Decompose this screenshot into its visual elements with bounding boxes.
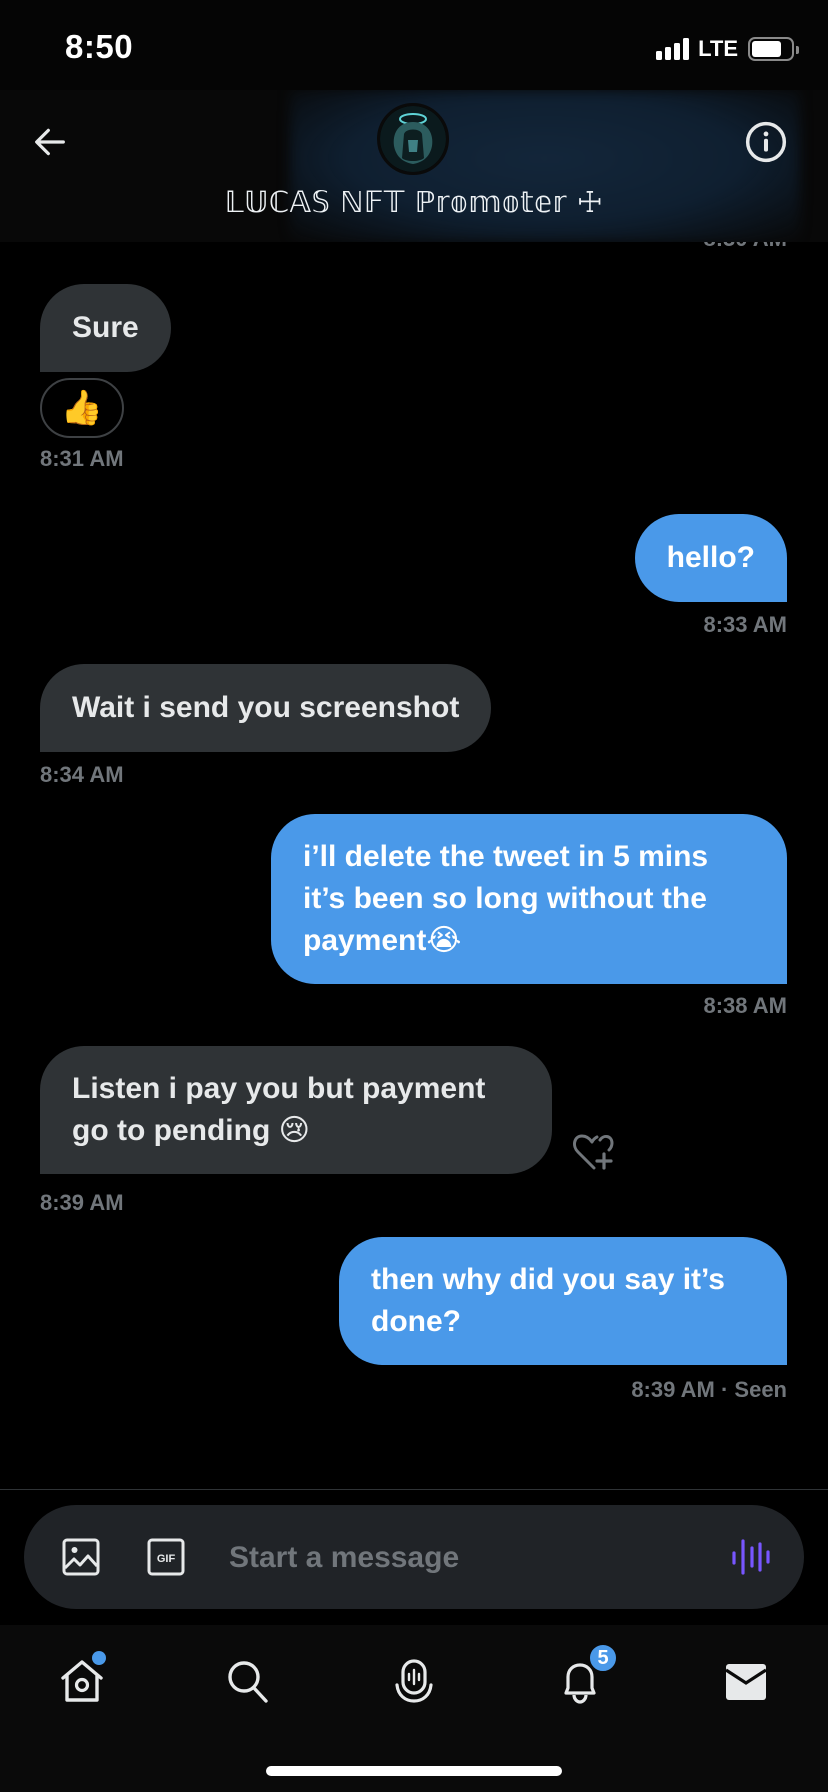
- home-indicator[interactable]: [266, 1766, 562, 1776]
- network-label: LTE: [698, 36, 738, 61]
- avatar[interactable]: [377, 103, 449, 175]
- message-list[interactable]: 8:30 AM Sure 👍 8:31 AM hello? 8:33 AM Wa…: [0, 226, 828, 1488]
- contact-name[interactable]: 𝕃𝕌ℂ𝔸𝕊 ℕ𝔽𝕋 ℙ𝕣𝕠𝕞𝕠𝕥𝕖𝕣 ☩: [0, 185, 828, 219]
- received-message[interactable]: Wait i send you screenshot: [40, 664, 492, 752]
- message-composer: GIF: [24, 1505, 804, 1609]
- spaces-icon: [395, 1659, 433, 1703]
- add-photo-button[interactable]: [61, 1537, 101, 1582]
- nav-messages[interactable]: [716, 1651, 776, 1711]
- message-timestamp: 8:34 AM: [40, 762, 124, 787]
- composer-divider: [0, 1489, 828, 1490]
- info-icon: [745, 121, 787, 163]
- sent-message[interactable]: hello?: [634, 514, 787, 602]
- message-timestamp: 8:39 AM: [40, 1190, 124, 1215]
- message-timestamp: 8:33 AM: [703, 612, 787, 637]
- svg-text:GIF: GIF: [157, 1553, 176, 1565]
- sent-message[interactable]: then why did you say it’s done?: [339, 1237, 787, 1365]
- conversation-header: 𝕃𝕌ℂ𝔸𝕊 ℕ𝔽𝕋 ℙ𝕣𝕠𝕞𝕠𝕥𝕖𝕣 ☩: [0, 90, 828, 242]
- nav-spaces[interactable]: [384, 1651, 444, 1711]
- voice-waveform-icon: [732, 1539, 770, 1575]
- sent-message[interactable]: i’ll delete the tweet in 5 mins it’s bee…: [271, 814, 787, 984]
- message-status: 8:39 AM · Seen: [631, 1377, 787, 1402]
- voice-message-button[interactable]: [726, 1533, 774, 1581]
- message-timestamp: 8:38 AM: [703, 993, 787, 1018]
- message-timestamp: 8:31 AM: [40, 446, 124, 471]
- battery-level: [752, 41, 781, 57]
- back-button[interactable]: [28, 120, 72, 164]
- gif-icon: GIF: [147, 1538, 185, 1576]
- reaction-badge[interactable]: 👍: [40, 378, 124, 438]
- message-input[interactable]: [229, 1533, 709, 1583]
- mail-icon: [725, 1664, 767, 1700]
- heart-plus-icon: [573, 1134, 614, 1170]
- home-unread-dot: [92, 1651, 106, 1665]
- signal-icon: [656, 38, 690, 60]
- notification-count-badge: 5: [588, 1643, 618, 1673]
- status-indicators: LTE: [656, 36, 799, 62]
- received-message[interactable]: Sure: [40, 284, 171, 372]
- nav-notifications[interactable]: 5: [550, 1643, 618, 1711]
- nav-search[interactable]: [218, 1651, 278, 1711]
- info-button[interactable]: [744, 120, 788, 164]
- search-icon: [228, 1661, 268, 1703]
- add-reaction-button[interactable]: [570, 1130, 614, 1172]
- status-time: 8:50: [65, 28, 134, 65]
- nav-home[interactable]: [52, 1651, 112, 1711]
- received-message[interactable]: Listen i pay you but payment go to pendi…: [40, 1046, 552, 1174]
- arrow-left-icon: [35, 128, 65, 156]
- add-gif-button[interactable]: GIF: [146, 1537, 186, 1582]
- battery-icon: [748, 37, 799, 61]
- status-bar: 8:50 LTE: [0, 0, 828, 90]
- image-icon: [62, 1538, 100, 1576]
- avatar-image: [380, 106, 446, 172]
